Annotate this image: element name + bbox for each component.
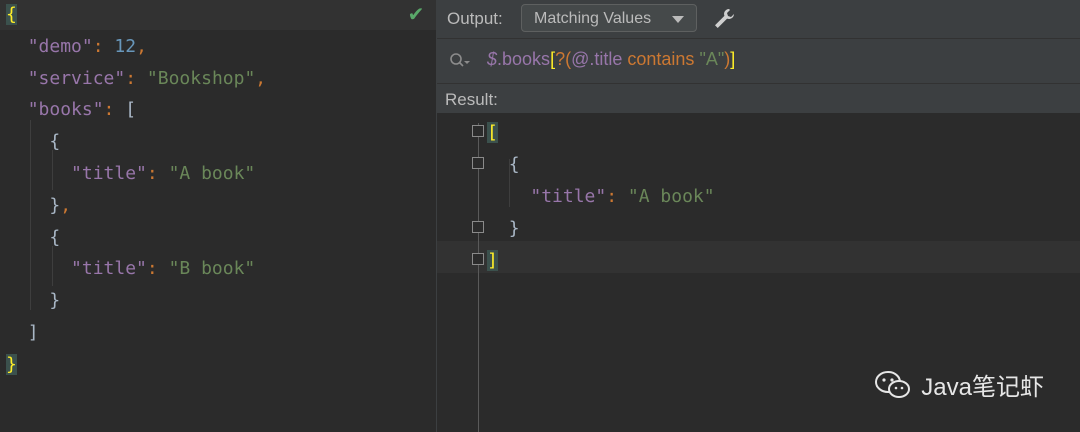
code-line: "books": [ <box>6 95 136 125</box>
json-path-tool: { "demo": 12, "service": "Bookshop", "bo… <box>0 0 1080 432</box>
code-token: "demo" <box>27 35 93 57</box>
code-token: : <box>146 163 169 184</box>
code-line: }, <box>6 191 71 221</box>
code-token: } <box>508 218 520 239</box>
query-token: contains <box>622 49 700 69</box>
result-line: [ <box>487 117 498 149</box>
current-line-highlight <box>0 0 436 30</box>
output-toolbar: Output: Matching Values <box>437 0 1080 38</box>
code-token: { <box>6 4 17 25</box>
checkmark-icon: ✔ <box>407 4 425 26</box>
code-token: "B book" <box>168 258 256 280</box>
code-token: { <box>508 154 520 175</box>
code-token: "service" <box>27 67 126 89</box>
code-token: } <box>49 290 61 312</box>
query-token: "A" <box>699 49 725 69</box>
code-token: "title" <box>71 163 147 184</box>
current-line-highlight <box>437 241 1080 273</box>
wrench-icon[interactable] <box>711 6 737 32</box>
chevron-down-icon <box>672 16 684 23</box>
output-mode-dropdown[interactable]: Matching Values <box>521 4 697 32</box>
query-token: @ <box>571 49 590 69</box>
code-token: "Bookshop" <box>146 67 256 89</box>
result-line: { <box>487 149 520 181</box>
wechat-icon <box>875 370 911 398</box>
result-line: ] <box>487 245 498 277</box>
query-token: ?( <box>555 49 572 69</box>
code-line: "demo": 12, <box>6 32 147 62</box>
query-token: ] <box>730 49 736 69</box>
code-token: } <box>6 353 17 375</box>
code-token: "A book" <box>168 163 256 184</box>
code-line: } <box>6 350 17 380</box>
json-editor[interactable]: { "demo": 12, "service": "Bookshop", "bo… <box>0 0 436 432</box>
fold-open-icon[interactable] <box>472 125 484 137</box>
code-token: "title" <box>530 186 607 207</box>
code-line: "title": "B book" <box>6 254 255 284</box>
code-token: { <box>49 226 61 248</box>
query-token: .books <box>497 49 551 69</box>
code-token: , <box>136 35 147 57</box>
code-token: "A book" <box>627 186 715 207</box>
code-line: { <box>6 223 60 253</box>
code-token: : <box>606 186 628 207</box>
code-token: , <box>60 194 72 216</box>
code-line: { <box>6 127 60 157</box>
code-token: : <box>103 99 126 121</box>
code-token: ] <box>27 322 39 343</box>
query-token: $ <box>487 49 498 69</box>
code-token: , <box>255 67 267 89</box>
output-label: Output: <box>447 9 503 28</box>
code-line: { <box>6 0 17 30</box>
code-line: "service": "Bookshop", <box>6 64 266 94</box>
code-token: [ <box>125 99 137 121</box>
fold-close-icon[interactable] <box>472 221 484 233</box>
watermark-text: Java笔记虾 <box>921 374 1044 401</box>
output-mode-value: Matching Values <box>534 10 652 27</box>
query-token: .title <box>589 49 623 69</box>
code-token: } <box>49 194 61 216</box>
code-token: { <box>49 131 61 153</box>
jsonpath-query-input[interactable]: $.books[?(@.title contains "A")] <box>487 49 735 70</box>
code-token: ] <box>487 250 498 271</box>
evaluator-panel: Output: Matching Values $.books[?(@.titl… <box>437 0 1080 432</box>
code-token: "title" <box>71 258 147 280</box>
code-line: ] <box>6 318 39 348</box>
fold-open-icon[interactable] <box>472 157 484 169</box>
code-token: : <box>92 35 115 57</box>
jsonpath-filter-bar[interactable]: $.books[?(@.title contains "A")] <box>437 38 1080 83</box>
watermark: Java笔记虾 <box>873 367 1044 402</box>
result-line: } <box>487 213 520 245</box>
code-line: "title": "A book" <box>6 159 255 189</box>
code-token: : <box>125 67 147 89</box>
result-line: "title": "A book" <box>487 181 715 213</box>
fold-close-icon[interactable] <box>472 253 484 265</box>
result-label: Result: <box>445 90 498 109</box>
code-token: : <box>146 258 169 280</box>
code-token: 12 <box>114 35 137 57</box>
result-header: Result: <box>437 83 1080 114</box>
code-token: "books" <box>27 99 104 121</box>
fold-guide <box>478 123 479 432</box>
code-token: [ <box>487 122 498 143</box>
code-line: } <box>6 286 60 316</box>
search-icon[interactable] <box>449 52 471 70</box>
